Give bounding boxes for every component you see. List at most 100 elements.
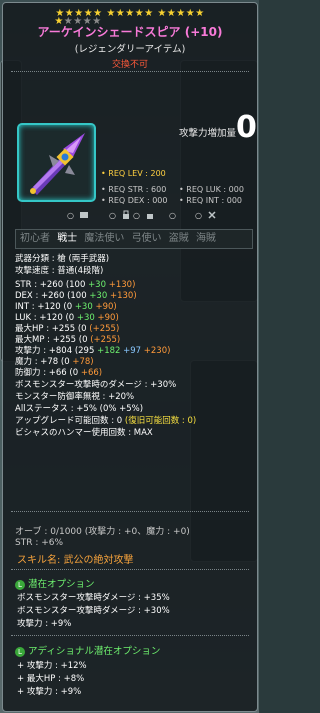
stat-maxhp-star: (+255) <box>89 324 120 334</box>
potential-line: ボスモンスター攻撃時ダメージ : +35% <box>17 593 170 603</box>
upgrade-recover-count: (復旧可能回数 : 0) <box>124 416 197 426</box>
job-restriction-bar: 初心者 戦士 魔法使い 弓使い 盗賊 海賊 <box>15 229 253 249</box>
stat-dex-total: DEX : +260 <box>15 291 65 301</box>
additional-potential-header: L アディショナル潜在オプション <box>15 643 160 657</box>
stat-magic-total: 魔力 : +78 <box>15 357 59 367</box>
divider <box>11 569 249 570</box>
req-int: • REQ INT : 000 <box>179 196 242 205</box>
job-beginner: 初心者 <box>20 233 50 244</box>
flag-circle: ○ <box>109 211 116 220</box>
lock-icon <box>121 210 131 220</box>
item-grade: (レジェンダリーアイテム) <box>74 44 186 55</box>
req-level: • REQ LEV : 200 <box>101 169 166 178</box>
job-archer: 弓使い <box>131 233 162 244</box>
stat-upgrade: アップグレード可能回数 : 0 (復旧可能回数 : 0) <box>15 416 196 427</box>
flag-circle: ○ <box>169 211 176 220</box>
skill-name: スキル名: 武公の絶対攻撃 <box>17 555 134 566</box>
scissors-icon <box>207 210 217 220</box>
item-icon-frame <box>17 123 96 202</box>
spear-item-icon <box>30 133 85 195</box>
stat-str-flame: +30 <box>88 280 107 290</box>
stat-dex: DEX : +260 (100 +30 +130) <box>15 291 137 302</box>
stat-str-base: (100 <box>65 280 89 290</box>
stat-str-total: STR : +260 <box>15 280 64 290</box>
stat-defense-star: +66) <box>80 368 103 378</box>
stat-maxmp-total: 最大MP : +255 <box>15 335 77 345</box>
attack-speed: 攻撃速度 : 普通(4段階) <box>15 266 104 276</box>
orb-info: オーブ : 0/1000 (攻撃力 : +0、魔力 : +0) <box>15 527 190 537</box>
stat-magic-star: +78) <box>72 357 94 367</box>
stat-attack-base: (295 <box>74 346 98 356</box>
stat-attack-flame: +182 <box>97 346 121 356</box>
clip-icon <box>79 210 89 220</box>
additional-potential-title: アディショナル潜在オプション <box>28 646 161 657</box>
stat-int-star: +90) <box>92 302 117 312</box>
stat-int: INT : +120 (0 +30 +90) <box>15 302 117 313</box>
attack-increase-label: 攻撃力増加量 <box>179 128 237 139</box>
potential-icon: L <box>15 646 25 657</box>
req-luk: • REQ LUK : 000 <box>179 185 244 194</box>
stat-luk-base: (0 <box>65 313 77 323</box>
star-icon: ★ <box>73 16 83 27</box>
orb-str: STR : +6% <box>15 538 64 548</box>
stat-all-stat-detail: (0% +5%) <box>99 404 144 414</box>
potential-line: 攻撃力 : +9% <box>17 619 72 629</box>
req-dex: • REQ DEX : 000 <box>101 196 168 205</box>
star-icon: ★ <box>82 16 93 27</box>
bag-icon <box>145 210 155 220</box>
stat-ignore-defense: モンスター防御率無視 : +20% <box>15 392 135 402</box>
job-pirate: 海賊 <box>195 233 216 244</box>
stat-maxmp-base: (0 <box>78 335 91 345</box>
stat-maxmp-star: (+255) <box>90 335 121 345</box>
stat-dex-flame: +30 <box>89 291 108 301</box>
flag-circle: ○ <box>67 211 74 220</box>
stat-defense: 防御力 : +66 (0 +66) <box>15 368 102 379</box>
divider <box>11 511 249 512</box>
stat-attack-scroll: +97 <box>120 346 142 356</box>
stat-maxmp: 最大MP : +255 (0 (+255) <box>15 335 120 346</box>
divider <box>11 71 249 72</box>
potential-line: ボスモンスター攻撃時ダメージ : +30% <box>17 606 170 616</box>
job-warrior: 戦士 <box>57 233 78 244</box>
stat-all-stat-total: Allステータス : +5% <box>15 404 97 414</box>
additional-potential-line: + 攻撃力 : +9% <box>17 687 82 697</box>
stat-defense-total: 防御力 : +66 <box>15 368 67 378</box>
star-icon: ★ <box>54 16 64 27</box>
stat-defense-base: (0 <box>69 368 81 378</box>
star-icon: ★ <box>63 16 74 27</box>
stat-maxhp: 最大HP : +255 (0 (+255) <box>15 324 119 335</box>
stat-dex-base: (100 <box>67 291 90 301</box>
star-force-row-2: ★★★★★ <box>0 17 205 27</box>
stat-dex-star: +130) <box>107 291 137 301</box>
stat-magic: 魔力 : +78 (0 +78) <box>15 357 94 368</box>
stat-maxhp-total: 最大HP : +255 <box>15 324 76 334</box>
trade-status: 交換不可 <box>111 60 148 70</box>
stat-hammer: ビシャスのハンマー使用回数 : MAX <box>15 428 153 438</box>
item-tooltip: ★★★★★ ★★★★★ ★★★★★ アーケインシェードスピア (+10) (レジ… <box>2 2 258 712</box>
potential-title: 潜在オプション <box>28 579 95 590</box>
req-str: • REQ STR : 600 <box>101 185 167 194</box>
stat-str-star: +130) <box>106 280 136 290</box>
weapon-type: 武器分類 : 槍 (両手武器) <box>15 254 110 264</box>
stat-luk: LUK : +120 (0 +30 +90) <box>15 313 119 324</box>
star-icon: ★ <box>92 16 102 27</box>
stat-int-flame: +30 <box>74 302 93 312</box>
stat-int-base: (0 <box>63 302 75 312</box>
stat-boss-damage: ボスモンスター攻撃時のダメージ : +30% <box>15 380 177 390</box>
stat-attack: 攻撃力 : +804 (295 +182 +97 +230) <box>15 346 170 357</box>
stat-maxhp-base: (0 <box>77 324 90 334</box>
potential-header: L 潜在オプション <box>15 576 95 590</box>
stat-luk-flame: +30 <box>76 313 95 323</box>
stat-all-stat: Allステータス : +5% (0% +5%) <box>15 404 143 415</box>
stat-attack-total: 攻撃力 : +804 <box>15 346 73 356</box>
additional-potential-line: + 最大HP : +8% <box>17 674 85 684</box>
additional-potential-line: + 攻撃力 : +12% <box>17 661 87 671</box>
stat-str: STR : +260 (100 +30 +130) <box>15 280 135 291</box>
job-mage: 魔法使い <box>84 233 125 244</box>
attack-increase-value: 0 <box>236 110 257 145</box>
divider <box>11 635 249 636</box>
flag-circle: ○ <box>195 211 202 220</box>
potential-icon: L <box>15 579 25 590</box>
job-thief: 盗賊 <box>168 233 189 244</box>
stat-attack-star: +230) <box>141 346 171 356</box>
